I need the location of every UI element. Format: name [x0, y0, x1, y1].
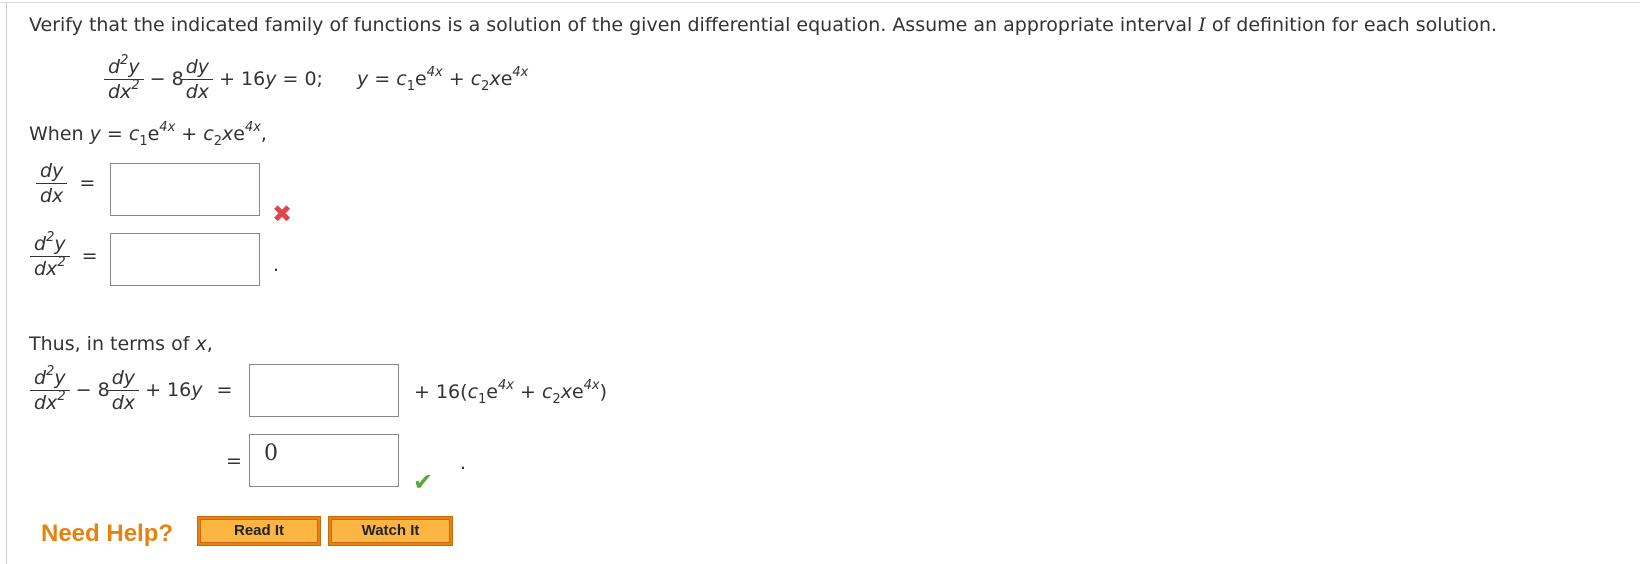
when-statement: When y = c1e4x + c2xe4x, — [29, 120, 267, 149]
dy-dx-input[interactable] — [110, 163, 260, 216]
period: . — [460, 452, 467, 474]
lhs-expression: d2y dx2 − 8 dy dx + 16y = — [30, 365, 232, 415]
differential-equation: d2y dx2 − 8 dy dx + 16y = 0; y = c1e4x +… — [104, 54, 528, 104]
need-help-label: Need Help? — [41, 520, 174, 547]
dy-dx-label: dy dx = — [36, 159, 95, 208]
rhs-expression: + 16(c1e4x + c2xe4x) — [414, 378, 608, 407]
left-border — [6, 2, 7, 564]
d2y-dx2-input[interactable] — [110, 233, 260, 286]
read-it-button[interactable]: Read It — [197, 516, 321, 546]
second-derivative-fraction: d2y dx2 — [104, 54, 144, 104]
d2y-dx2-label: d2y dx2 = — [30, 231, 98, 281]
check-mark-icon: ✔ — [413, 468, 434, 496]
expression-input[interactable] — [249, 364, 399, 417]
watch-it-button[interactable]: Watch It — [328, 516, 453, 546]
period: . — [273, 254, 280, 276]
thus-statement: Thus, in terms of x, — [29, 333, 213, 355]
instructions: Verify that the indicated family of func… — [29, 14, 1498, 36]
first-derivative-fraction: dy dx — [181, 55, 214, 104]
x-mark-icon: ✖ — [272, 200, 293, 228]
top-border — [0, 2, 1640, 3]
equals-sign: = — [226, 450, 242, 472]
result-input[interactable]: 0 — [249, 434, 399, 487]
